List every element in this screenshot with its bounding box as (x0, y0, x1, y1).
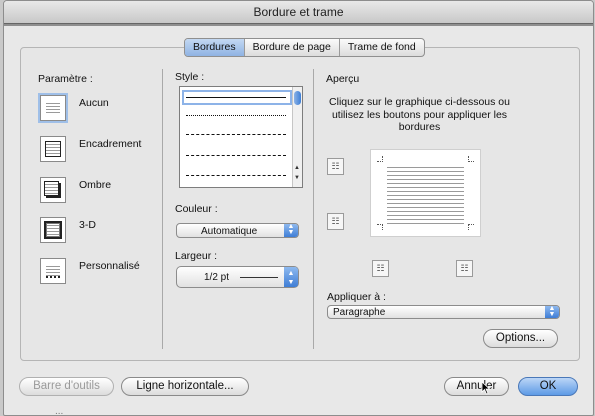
background-document-text: ... (55, 406, 64, 416)
preview-instructions: Cliquez sur le graphique ci-dessous ou u… (329, 96, 510, 133)
preview-text-lines (387, 164, 464, 224)
width-label: Largeur : (175, 250, 218, 262)
preview-graphic[interactable] (370, 149, 481, 237)
tab-bordure-de-page[interactable]: Bordure de page (245, 39, 340, 56)
setting-box-label[interactable]: Encadrement (79, 138, 141, 150)
corner-mark-tr (468, 156, 474, 162)
toolbar-button[interactable]: Barre d'outils (19, 377, 114, 396)
style-scrollbar[interactable]: ▲ ▼ (292, 87, 302, 187)
style-option-dash-dot[interactable] (186, 175, 286, 176)
setting-shadow-label[interactable]: Ombre (79, 179, 111, 191)
column-divider-1 (162, 69, 163, 349)
color-label: Couleur : (175, 203, 218, 215)
dialog-window: Bordure et trame Bordures Bordure de pag… (3, 0, 594, 416)
apply-to-value: Paragraphe (333, 307, 386, 318)
column-divider-2 (313, 69, 314, 349)
color-popup[interactable]: Automatique ▲ ▼ (176, 223, 299, 238)
corner-mark-bl (377, 224, 383, 230)
width-popup[interactable]: 1/2 pt ▲ ▼ (176, 266, 299, 288)
style-option-solid[interactable] (186, 97, 286, 98)
setting-3d-icon[interactable] (40, 217, 66, 243)
style-list[interactable]: ▲ ▼ (179, 86, 303, 188)
ok-button[interactable]: OK (518, 377, 578, 396)
border-top-button[interactable]: ☷ (327, 158, 344, 175)
scroll-down-icon[interactable]: ▼ (294, 175, 300, 181)
dialog-title: Bordure et trame (4, 1, 593, 24)
color-value: Automatique (201, 226, 258, 237)
setting-box-icon[interactable] (40, 136, 66, 162)
setting-shadow-icon[interactable] (40, 177, 66, 203)
style-label: Style : (175, 71, 205, 83)
horizontal-line-button[interactable]: Ligne horizontale... (121, 377, 249, 396)
border-bottom-button[interactable]: ☷ (327, 213, 344, 230)
style-option-dotted[interactable] (186, 115, 286, 116)
setting-custom-label[interactable]: Personnalisé (79, 260, 140, 272)
cancel-button[interactable]: Annuler (444, 377, 509, 396)
apply-to-label: Appliquer à : (327, 291, 386, 303)
scroll-thumb[interactable] (294, 91, 301, 105)
style-option-dashed-small[interactable] (186, 134, 286, 135)
options-button[interactable]: Options... (483, 329, 558, 348)
width-value: 1/2 pt (204, 272, 230, 283)
corner-mark-tl (377, 156, 383, 162)
apply-to-arrow-icon: ▲ ▼ (545, 305, 559, 318)
preview-label: Aperçu (326, 73, 360, 85)
corner-mark-br (468, 224, 474, 230)
setting-3d-label[interactable]: 3-D (79, 219, 96, 231)
setting-label: Paramètre : (38, 73, 93, 85)
border-right-button[interactable]: ☷ (456, 260, 473, 277)
title-separator (4, 23, 593, 26)
scroll-up-icon[interactable]: ▲ (294, 165, 300, 171)
mouse-cursor-icon (481, 381, 491, 395)
tab-trame-de-fond[interactable]: Trame de fond (340, 39, 424, 56)
apply-to-popup[interactable]: Paragraphe ▲ ▼ (327, 305, 560, 319)
tab-bordures[interactable]: Bordures (185, 39, 245, 56)
tab-bar: Bordures Bordure de page Trame de fond (184, 38, 425, 57)
border-left-button[interactable]: ☷ (372, 260, 389, 277)
color-popup-arrow-icon: ▲ ▼ (284, 223, 298, 237)
width-sample-line (240, 277, 278, 278)
setting-none-label[interactable]: Aucun (79, 97, 109, 109)
setting-none-icon[interactable] (38, 93, 68, 123)
style-option-dashed[interactable] (186, 155, 286, 156)
setting-custom-icon[interactable] (40, 258, 66, 284)
width-popup-arrow-icon: ▲ ▼ (284, 267, 298, 287)
